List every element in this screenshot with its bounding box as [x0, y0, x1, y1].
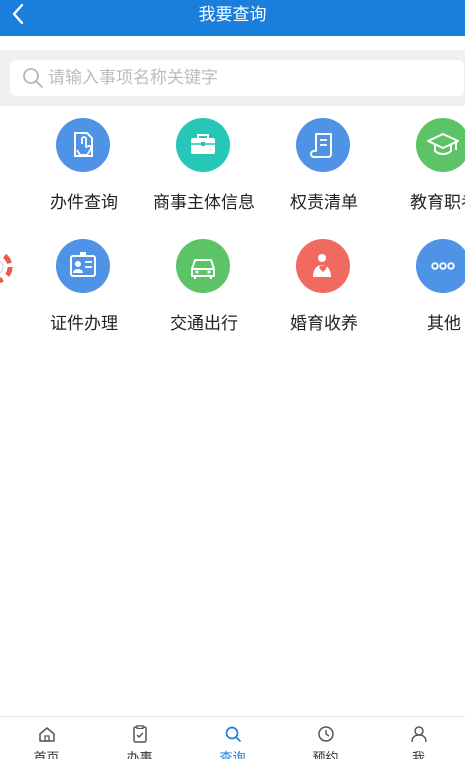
grid-item-transport[interactable]: 交通出行 — [144, 239, 264, 349]
clipboard-icon — [133, 725, 147, 743]
grid-item-label: 办件查询 — [50, 193, 118, 213]
grid-icon-circle — [416, 118, 465, 172]
tab-query[interactable]: 查询 — [186, 717, 279, 759]
grid-icon-circle — [416, 239, 465, 293]
search-input[interactable] — [48, 60, 448, 96]
more-dots-icon — [431, 262, 455, 270]
clock-icon — [318, 726, 334, 742]
search-area — [0, 50, 465, 106]
tab-label: 办事 — [126, 751, 153, 759]
grid-item-label: 商事主体信息 — [153, 193, 255, 213]
tab-home[interactable]: 首页 — [0, 717, 93, 759]
tab-me[interactable]: 我 — [372, 717, 465, 759]
grid-item-progress-query[interactable]: 办件查询 — [24, 118, 144, 228]
grid-icon-circle — [56, 239, 110, 293]
grid-item-certificate[interactable]: 证件办理 — [24, 239, 144, 349]
header-bar: 我要查询 — [0, 0, 465, 36]
page-title: 我要查询 — [198, 5, 267, 25]
app-root: 我要查询 办件查询 商事主体 — [0, 0, 465, 759]
tab-services[interactable]: 办事 — [93, 717, 186, 759]
grid-item-label: 证件办理 — [50, 314, 118, 334]
tab-label: 查询 — [219, 751, 246, 759]
grid-item-business-entity[interactable]: 商事主体信息 — [144, 118, 264, 228]
grid-icon-circle — [296, 118, 350, 172]
tab-appointment[interactable]: 预约 — [279, 717, 372, 759]
grid-item-marriage-adoption[interactable]: 婚育收养 — [264, 239, 384, 349]
grid-item-label: 其他 — [427, 314, 461, 334]
tab-label: 我 — [411, 751, 425, 759]
graduation-cap-icon — [427, 133, 459, 155]
grid-item-education-exam[interactable]: 教育职考 — [384, 118, 465, 228]
grid-item-label: 交通出行 — [170, 314, 238, 334]
grid-item-other[interactable]: 其他 — [384, 239, 465, 349]
grid-icon-circle — [296, 239, 350, 293]
grid-icon-circle — [56, 118, 110, 172]
car-icon — [191, 259, 215, 279]
bottom-tab-bar: 首页 办事 查询 预约 我 — [0, 716, 465, 759]
home-icon — [39, 727, 55, 742]
tab-label: 预约 — [312, 751, 339, 759]
grid-item-label: 教育职考 — [410, 193, 465, 213]
grid-icon-circle — [176, 118, 230, 172]
search-icon — [23, 68, 43, 88]
scroll-icon — [310, 133, 332, 158]
id-card-icon — [70, 252, 96, 277]
grid-icon-circle — [176, 239, 230, 293]
search-icon — [225, 726, 241, 742]
grid-item-responsibility-list[interactable]: 权责清单 — [264, 118, 384, 228]
grid-item-label: 婚育收养 — [290, 314, 358, 334]
person-icon — [411, 726, 427, 743]
hand-document-icon — [74, 132, 93, 157]
search-box[interactable] — [10, 60, 464, 96]
lifebuoy-icon[interactable] — [0, 250, 16, 284]
tab-label: 首页 — [33, 751, 60, 759]
briefcase-icon — [191, 134, 215, 154]
mother-child-icon — [313, 254, 331, 277]
grid-item-label: 权责清单 — [290, 193, 358, 213]
